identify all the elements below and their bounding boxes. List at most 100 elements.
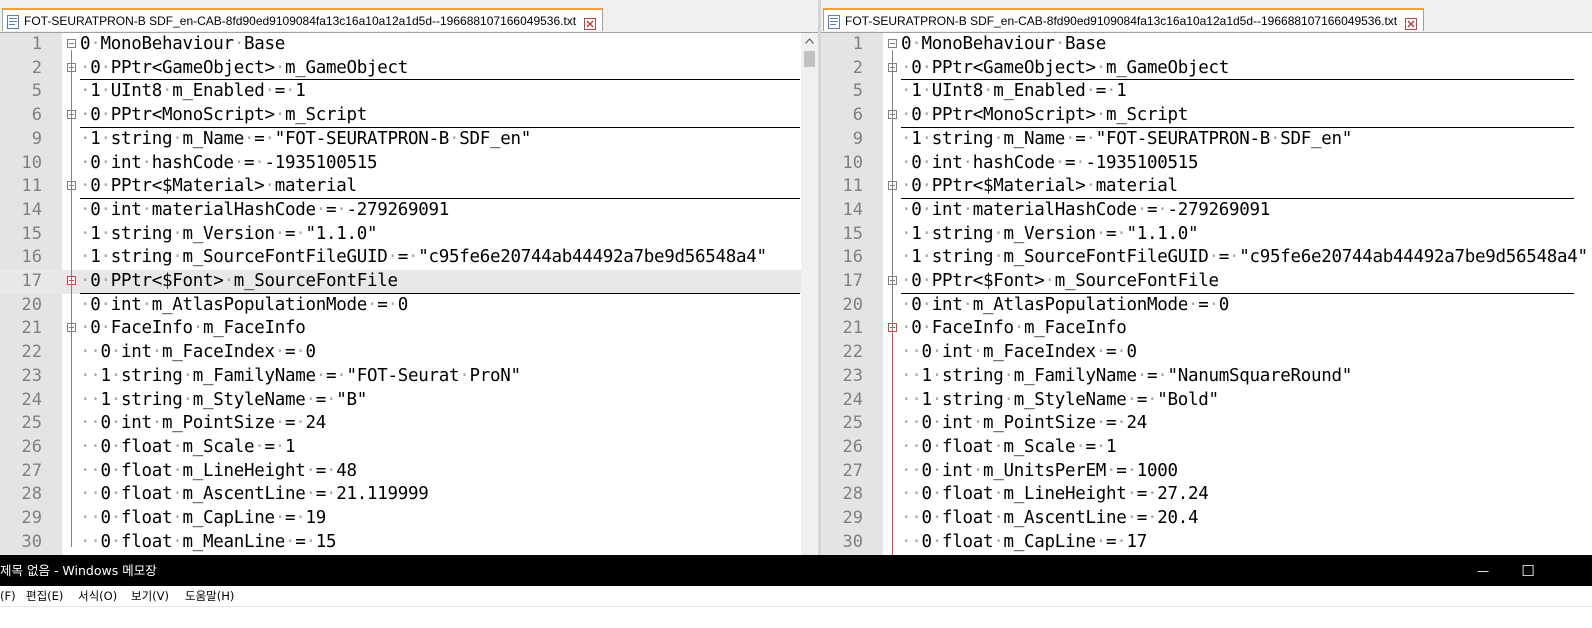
editor-line[interactable]: 29 ··0·float·m_CapLine·=·19 (0, 507, 818, 531)
editor-line[interactable]: 27 ··0·int·m_UnitsPerEM·=·1000 (821, 460, 1592, 484)
editor-line[interactable]: 2 ·0·PPtr<GameObject>·m_GameObject (821, 57, 1592, 81)
editor-line[interactable]: 6 ·0·PPtr<MonoScript>·m_Script (0, 104, 818, 128)
editor-line[interactable]: 2 ·0·PPtr<GameObject>·m_GameObject (0, 57, 818, 81)
editor-line[interactable]: 15 ·1·string·m_Version·=·"1.1.0" (0, 223, 818, 247)
editor-line[interactable]: 17 ·0·PPtr<$Font>·m_SourceFontFile (821, 270, 1592, 294)
line-number: 30 (21, 531, 42, 552)
line-text: ·0·FaceInfo·m_FaceInfo (80, 318, 306, 339)
fold-separator (80, 79, 800, 81)
line-number: 2 (852, 57, 863, 78)
line-number: 10 (842, 152, 863, 173)
line-text: ·1·string·m_SourceFontFileGUID·=·"c95fe6… (80, 247, 767, 268)
menu-view[interactable]: 보기(V) (131, 586, 169, 606)
menu-help[interactable]: 도움말(H) (185, 586, 234, 606)
line-text: ··0·int·m_FaceIndex·=·0 (901, 342, 1137, 363)
close-tab-icon[interactable] (1405, 15, 1418, 30)
line-text: ··0·int·m_PointSize·=·24 (901, 413, 1147, 434)
fold-collapse-icon[interactable] (67, 39, 76, 48)
editor-line[interactable]: 1 0·MonoBehaviour·Base (821, 33, 1592, 57)
editor-line[interactable]: 26 ··0·float·m_Scale·=·1 (0, 436, 818, 460)
editor-line[interactable]: 30 ··0·float·m_MeanLine·=·15 (0, 531, 818, 555)
editor-line[interactable]: 6 ·0·PPtr<MonoScript>·m_Script (821, 104, 1592, 128)
editor-line[interactable]: 14 ·0·int·materialHashCode·=·-279269091 (0, 199, 818, 223)
line-text: ··1·string·m_StyleName·=·"B" (80, 389, 367, 410)
tab-document[interactable]: FOT-SEURATPRON-B SDF_en-CAB-8fd90ed91090… (2, 8, 604, 31)
text-editor[interactable]: 1 0·MonoBehaviour·Base 2 ·0·PPtr<GameObject… (0, 33, 818, 555)
editor-line[interactable]: 26 ··0·float·m_Scale·=·1 (821, 436, 1592, 460)
window-title: 제목 없음 - Windows 메모장 (0, 563, 157, 578)
line-number: 23 (842, 365, 863, 386)
line-text: ··1·string·m_StyleName·=·"Bold" (901, 389, 1219, 410)
line-text: ·0·PPtr<MonoScript>·m_Script (901, 105, 1188, 126)
editor-line[interactable]: 21 ·0·FaceInfo·m_FaceInfo (821, 317, 1592, 341)
line-text: ··0·float·m_LineHeight·=·48 (80, 460, 357, 481)
editor-line[interactable]: 24 ··1·string·m_StyleName·=·"Bold" (821, 389, 1592, 413)
line-text: ·0·int·hashCode·=·-1935100515 (80, 152, 378, 173)
notepad-title-bar[interactable]: 제목 없음 - Windows 메모장 — ☐ (0, 555, 1592, 586)
vertical-scrollbar[interactable] (801, 33, 818, 555)
line-text: ··0·float·m_Scale·=·1 (80, 436, 296, 457)
tab-document[interactable]: FOT-SEURATPRON-B SDF_en-CAB-8fd90ed91090… (823, 8, 1425, 31)
editor-line[interactable]: 11 ·0·PPtr<$Material>·material (0, 175, 818, 199)
menu-format[interactable]: 서식(O) (78, 586, 117, 606)
line-number: 26 (842, 436, 863, 457)
editor-line[interactable]: 25 ··0·int·m_PointSize·=·24 (821, 412, 1592, 436)
editor-line[interactable]: 9 ·1·string·m_Name·=·"FOT-SEURATPRON-B·SD… (821, 128, 1592, 152)
line-text: ··0·float·m_Scale·=·1 (901, 436, 1117, 457)
scroll-up-arrow-icon[interactable] (801, 33, 818, 49)
line-number: 28 (21, 484, 42, 505)
line-text: ··1·string·m_FamilyName·=·"NanumSquareRo… (901, 365, 1352, 386)
line-text: ··0·int·m_FaceIndex·=·0 (80, 342, 316, 363)
fold-collapse-icon[interactable] (888, 39, 897, 48)
editor-line[interactable]: 16 ·1·string·m_SourceFontFileGUID·=·"c95f… (821, 246, 1592, 270)
editor-line[interactable]: 25 ··0·int·m_PointSize·=·24 (0, 412, 818, 436)
editor-line[interactable]: 14 ·0·int·materialHashCode·=·-279269091 (821, 199, 1592, 223)
line-text: ··0·float·m_LineHeight·=·27.24 (901, 484, 1209, 505)
menu-edit[interactable]: 편집(E) (26, 586, 63, 606)
line-text: ·0·int·materialHashCode·=·-279269091 (80, 199, 449, 220)
editor-line[interactable]: 10 ·0·int·hashCode·=·-1935100515 (821, 152, 1592, 176)
editor-line[interactable]: 15 ·1·string·m_Version·=·"1.1.0" (821, 223, 1592, 247)
line-number: 11 (21, 176, 42, 197)
editor-line[interactable]: 22 ··0·int·m_FaceIndex·=·0 (821, 341, 1592, 365)
fold-separator (901, 126, 1574, 128)
editor-line[interactable]: 23 ··1·string·m_FamilyName·=·"NanumSquare… (821, 365, 1592, 389)
line-text: ·0·PPtr<$Font>·m_SourceFontFile (901, 271, 1219, 291)
editor-line[interactable]: 30 ··0·float·m_CapLine·=·17 (821, 531, 1592, 555)
line-number: 30 (842, 531, 863, 552)
editor-line[interactable]: 21 ·0·FaceInfo·m_FaceInfo (0, 317, 818, 341)
editor-line[interactable]: 11 ·0·PPtr<$Material>·material (821, 175, 1592, 199)
editor-line[interactable]: 22 ··0·int·m_FaceIndex·=·0 (0, 341, 818, 365)
editor-line[interactable]: 5 ·1·UInt8·m_Enabled·=·1 (821, 80, 1592, 104)
editor-line[interactable]: 24 ··1·string·m_StyleName·=·"B" (0, 389, 818, 413)
editor-line[interactable]: 9 ·1·string·m_Name·=·"FOT-SEURATPRON-B·SD… (0, 128, 818, 152)
line-text: ··0·int·m_UnitsPerEM·=·1000 (901, 460, 1178, 481)
editor-line[interactable]: 20 ·0·int·m_AtlasPopulationMode·=·0 (0, 294, 818, 318)
close-tab-icon[interactable] (584, 15, 597, 30)
editor-line[interactable]: 5 ·1·UInt8·m_Enabled·=·1 (0, 80, 818, 104)
maximize-button[interactable]: ☐ (1505, 555, 1551, 586)
scrollbar-thumb[interactable] (804, 51, 815, 67)
editor-line[interactable]: 28 ··0·float·m_AscentLine·=·21.119999 (0, 483, 818, 507)
text-editor[interactable]: 1 0·MonoBehaviour·Base 2 ·0·PPtr<GameObject… (821, 33, 1592, 555)
editor-line[interactable]: 1 0·MonoBehaviour·Base (0, 33, 818, 57)
editor-line[interactable]: 10 ·0·int·hashCode·=·-1935100515 (0, 152, 818, 176)
line-text: ·0·int·m_AtlasPopulationMode·=·0 (80, 294, 408, 315)
maximize-icon: ☐ (1521, 561, 1535, 580)
editor-line[interactable]: 27 ··0·float·m_LineHeight·=·48 (0, 460, 818, 484)
tab-title: FOT-SEURATPRON-B SDF_en-CAB-8fd90ed91090… (845, 13, 1398, 28)
menu-file[interactable]: (F) (0, 586, 16, 606)
editor-line[interactable]: 28 ··0·float·m_LineHeight·=·27.24 (821, 483, 1592, 507)
document-icon (828, 14, 840, 29)
editor-line[interactable]: 20 ·0·int·m_AtlasPopulationMode·=·0 (821, 294, 1592, 318)
fold-separator (80, 292, 800, 294)
editor-line[interactable]: 23 ··1·string·m_FamilyName·=·"FOT-Seurat·… (0, 365, 818, 389)
notepad-text-area[interactable] (0, 606, 1592, 628)
tab-strip (821, 0, 1592, 8)
editor-line[interactable]: 16 ·1·string·m_SourceFontFileGUID·=·"c95f… (0, 246, 818, 270)
line-number: 15 (21, 223, 42, 244)
line-number: 10 (21, 152, 42, 173)
editor-line[interactable]: 29 ··0·float·m_AscentLine·=·20.4 (821, 507, 1592, 531)
minimize-button[interactable]: — (1460, 555, 1506, 586)
editor-line[interactable]: 17 ·0·PPtr<$Font>·m_SourceFontFile (0, 270, 818, 294)
